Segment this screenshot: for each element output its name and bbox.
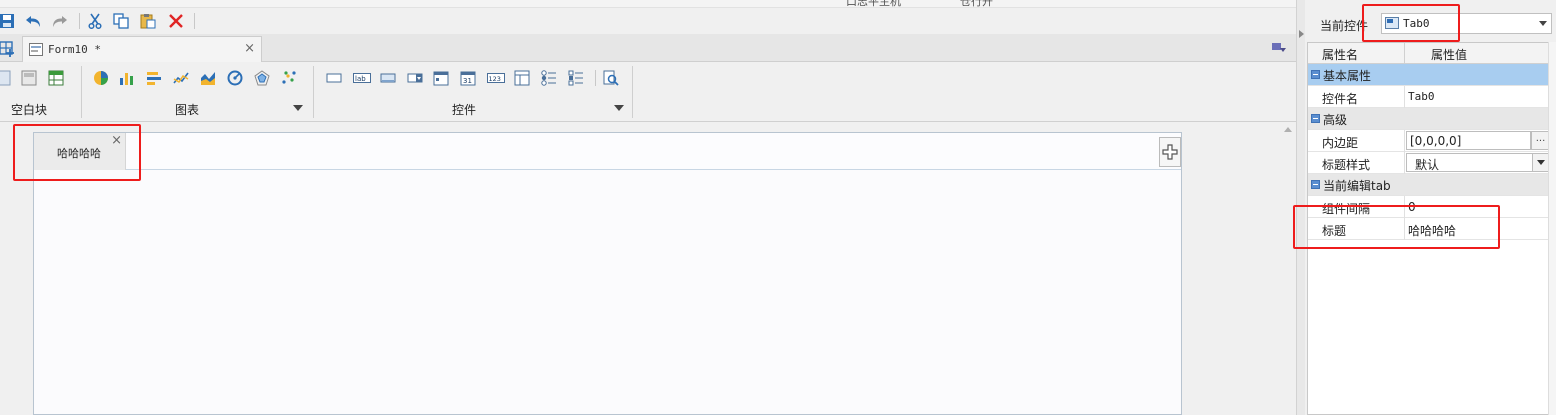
document-tab-strip: Form10 * × [0,34,1300,62]
copy-icon[interactable] [112,12,130,30]
current-control-label: 当前控件 [1320,19,1369,33]
blank-block-table-icon[interactable] [48,70,64,86]
property-section-title: 当前编辑tab [1323,179,1391,193]
svg-text:123: 123 [489,75,501,83]
number-widget-icon[interactable]: 123 [487,70,505,86]
ribbon-group-label-blank: 空白块 [11,103,48,117]
grid-add-icon[interactable] [0,39,15,57]
padding-input[interactable]: [0,0,0,0] [1406,131,1531,150]
title-strip-text-right: 仓行开 [960,0,993,8]
toolbar-separator [595,70,596,86]
radar-chart-icon[interactable] [254,70,270,86]
undo-icon[interactable] [25,12,43,30]
document-tab-label: Form10 * [48,43,101,56]
property-section-title: 高级 [1323,113,1348,127]
quick-toolbar [0,8,1300,34]
title-style-value: 默认 [1415,158,1440,172]
toolbar-separator [79,13,80,29]
title-strip: 口志平主机 仓行开 [0,0,1300,8]
area-chart-icon[interactable] [200,70,216,86]
line-chart-icon[interactable] [173,70,189,86]
query-widget-icon[interactable] [603,70,619,86]
highlight-box-current-control [1362,4,1460,42]
form-icon [29,43,43,56]
property-name-column-header: 属性名 [1322,48,1359,62]
plus-icon [1162,144,1178,160]
collapse-arrow-icon[interactable] [1299,30,1304,38]
column-divider [1404,86,1405,108]
property-grid-header: 属性名 属性值 [1308,43,1550,64]
property-section-basic[interactable]: 基本属性 [1308,64,1550,86]
button-widget-icon[interactable] [380,70,396,86]
ribbon-toolbar: 空白块 图表 lab 31 123 控件 [0,62,1300,122]
panel-menu-icon[interactable] [1272,42,1286,54]
property-name: 内边距 [1322,136,1359,150]
property-value[interactable]: Tab0 [1408,90,1435,103]
ribbon-group-separator [81,66,82,118]
blank-block-icon[interactable] [0,70,11,86]
combo-widget-icon[interactable] [407,70,423,86]
delete-icon[interactable] [167,12,185,30]
ribbon-group-label-control: 控件 [452,103,477,117]
chart-group-dropdown-icon[interactable] [293,105,303,111]
collapse-minus-icon[interactable] [1311,70,1320,79]
property-value-column-header: 属性值 [1431,48,1468,62]
title-strip-text-left: 口志平主机 [846,0,901,8]
horizontal-bar-chart-icon[interactable] [146,70,162,86]
redo-icon[interactable] [50,12,68,30]
add-tab-button[interactable] [1159,137,1181,167]
property-section-advanced[interactable]: 高级 [1308,108,1550,130]
cut-icon[interactable] [86,12,104,30]
checkbox-group-widget-icon[interactable] [568,70,584,86]
property-row-title-style[interactable]: 标题样式 默认 [1308,152,1550,174]
radio-group-widget-icon[interactable] [541,70,557,86]
bar-chart-icon[interactable] [119,70,135,86]
tree-widget-icon[interactable] [514,70,530,86]
tab-widget[interactable]: 哈哈哈哈 × [33,132,1182,415]
gauge-chart-icon[interactable] [227,70,243,86]
control-group-dropdown-icon[interactable] [614,105,624,111]
toolbar-separator [194,13,195,29]
padding-value: [0,0,0,0] [1410,134,1462,148]
scatter-chart-icon[interactable] [281,70,297,86]
panel-widget-icon[interactable] [326,70,342,86]
tab-widget-header: 哈哈哈哈 × [34,133,1181,170]
property-section-title: 基本属性 [1323,69,1372,83]
date-range-widget-icon[interactable] [433,70,449,86]
canvas-scroll-up-icon[interactable] [1284,127,1292,132]
svg-text:31: 31 [463,77,472,85]
property-row-padding[interactable]: 内边距 [0,0,0,0] ... [1308,130,1550,152]
ribbon-group-label-chart: 图表 [175,103,200,117]
label-widget-icon[interactable]: lab [353,70,371,86]
property-row-control-name[interactable]: 控件名 Tab0 [1308,86,1550,108]
property-name: 标题样式 [1322,158,1371,172]
calendar-widget-icon[interactable]: 31 [460,70,476,86]
column-divider [1404,130,1405,152]
highlight-box-tab [13,124,141,181]
property-section-current-tab[interactable]: 当前编辑tab [1308,174,1550,196]
column-divider [1404,152,1405,174]
chevron-down-icon[interactable] [1532,154,1549,171]
column-divider [1404,43,1405,64]
collapse-minus-icon[interactable] [1311,114,1320,123]
tab-widget-content[interactable] [34,170,1181,415]
document-tab-close-icon[interactable]: × [244,41,255,56]
ribbon-group-separator [632,66,633,118]
pie-chart-icon[interactable] [93,70,109,86]
highlight-box-title-row [1293,205,1500,249]
property-name: 控件名 [1322,92,1359,106]
save-icon[interactable] [0,12,16,30]
title-style-select[interactable]: 默认 [1406,153,1550,172]
svg-text:lab: lab [355,75,366,83]
ribbon-group-separator [313,66,314,118]
collapse-minus-icon[interactable] [1311,180,1320,189]
paste-icon[interactable] [139,12,157,30]
property-panel-scrollbar[interactable] [1548,42,1556,415]
blank-block-card-icon[interactable] [21,70,37,86]
document-tab[interactable]: Form10 * × [22,36,262,62]
chevron-down-icon[interactable] [1539,21,1547,26]
